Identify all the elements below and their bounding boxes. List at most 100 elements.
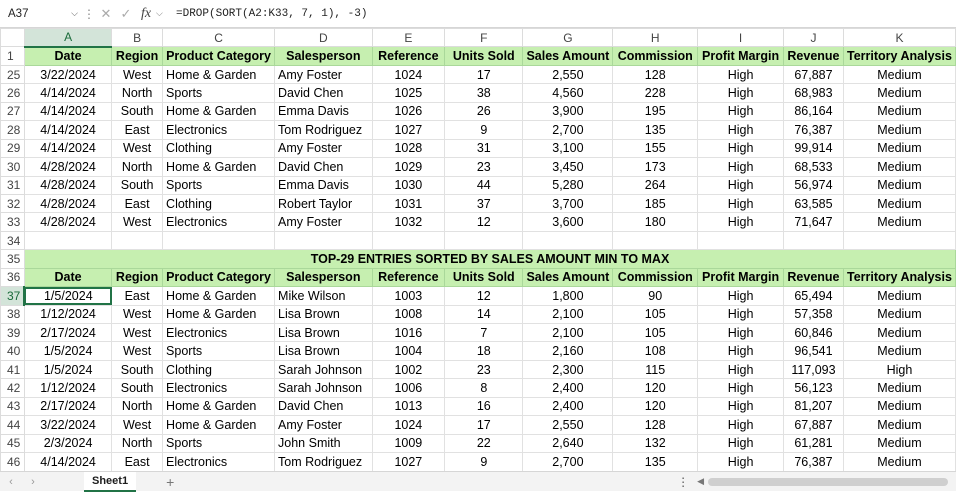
cell[interactable]: David Chen [274, 83, 373, 103]
cell[interactable]: 8 [444, 378, 524, 398]
cell[interactable]: 2/3/2024 [23, 433, 113, 454]
cell[interactable]: 1028 [371, 138, 446, 159]
row-header[interactable]: 29 [0, 138, 25, 159]
cell[interactable]: High [697, 193, 784, 214]
column-header[interactable]: B [111, 27, 164, 48]
cell[interactable]: 1024 [371, 64, 446, 85]
formula-input[interactable]: =DROP(SORT(A2:K33, 7, 1), -3) [176, 8, 367, 20]
cell[interactable]: High [697, 359, 784, 380]
cell[interactable]: 1016 [371, 322, 446, 343]
cell[interactable]: 117,093 [782, 359, 844, 380]
cancel-icon[interactable]: ✕ [96, 6, 116, 22]
cell[interactable]: 1009 [371, 433, 446, 454]
cell[interactable]: Medium [842, 175, 956, 195]
header-cell[interactable]: Profit Margin [697, 267, 784, 288]
cell[interactable]: Medium [842, 433, 956, 454]
cell[interactable]: 5,280 [522, 175, 614, 195]
cell[interactable]: 12 [444, 286, 524, 306]
cell[interactable]: West [111, 212, 164, 232]
cell[interactable]: 128 [612, 415, 699, 435]
cell[interactable]: Lisa Brown [274, 341, 373, 361]
cell[interactable]: 4,560 [522, 83, 614, 103]
chevron-down-icon[interactable]: ⌵ [156, 8, 168, 19]
scroll-right-icon[interactable]: › [22, 476, 44, 488]
row-header[interactable]: 33 [0, 212, 25, 232]
cell[interactable]: 1003 [371, 286, 446, 306]
cell[interactable]: 1/5/2024 [23, 359, 113, 380]
cell[interactable]: Home & Garden [162, 396, 276, 417]
cell[interactable]: High [697, 175, 784, 195]
cell[interactable]: 1024 [371, 415, 446, 435]
cell[interactable]: High [697, 304, 784, 325]
cell[interactable]: 4/14/2024 [23, 83, 113, 103]
cell[interactable]: West [111, 304, 164, 325]
cell[interactable]: David Chen [274, 396, 373, 417]
cell[interactable]: Clothing [162, 359, 276, 380]
cell[interactable]: Medium [842, 322, 956, 343]
cell[interactable]: Electronics [162, 452, 276, 472]
cell[interactable]: 1/12/2024 [23, 378, 113, 398]
cell[interactable]: High [697, 322, 784, 343]
header-cell[interactable]: Region [111, 267, 164, 288]
cell[interactable]: 16 [444, 396, 524, 417]
row-header[interactable]: 42 [0, 378, 25, 398]
cell[interactable]: Medium [842, 304, 956, 325]
cell[interactable]: 132 [612, 433, 699, 454]
cell[interactable]: John Smith [274, 433, 373, 454]
cell[interactable]: West [111, 64, 164, 85]
cell[interactable]: Sarah Johnson [274, 378, 373, 398]
cell[interactable]: Medium [842, 378, 956, 398]
header-cell[interactable]: Salesperson [274, 267, 373, 288]
cell[interactable]: High [697, 378, 784, 398]
cell[interactable]: 44 [444, 175, 524, 195]
cell[interactable]: 23 [444, 359, 524, 380]
cell[interactable]: Electronics [162, 378, 276, 398]
cell[interactable]: Sports [162, 175, 276, 195]
cell[interactable]: 76,387 [782, 120, 844, 140]
header-cell[interactable]: Salesperson [274, 46, 373, 66]
cell[interactable]: West [111, 138, 164, 159]
cell[interactable]: 68,533 [782, 157, 844, 177]
cell[interactable]: High [697, 83, 784, 103]
cell[interactable]: High [697, 212, 784, 232]
cell[interactable]: 1006 [371, 378, 446, 398]
cell[interactable]: 99,914 [782, 138, 844, 159]
cell[interactable]: 63,585 [782, 193, 844, 214]
cell[interactable]: 108 [612, 341, 699, 361]
row-header[interactable]: 32 [0, 193, 25, 214]
cell[interactable]: South [111, 175, 164, 195]
cell[interactable]: 2,700 [522, 452, 614, 472]
cell[interactable]: 1026 [371, 101, 446, 122]
cell[interactable]: 71,647 [782, 212, 844, 232]
cell[interactable]: 195 [612, 101, 699, 122]
cell[interactable]: 135 [612, 452, 699, 472]
header-cell[interactable]: Commission [612, 267, 699, 288]
cell[interactable]: Tom Rodriguez [274, 120, 373, 140]
cell[interactable]: Clothing [162, 138, 276, 159]
row-header[interactable]: 35 [0, 249, 25, 269]
row-header[interactable]: 25 [0, 64, 25, 85]
more-options-icon[interactable]: ⋮ [677, 475, 689, 489]
row-header[interactable]: 36 [0, 267, 25, 288]
row-header[interactable]: 43 [0, 396, 25, 417]
header-cell[interactable]: Sales Amount [522, 46, 614, 66]
cell[interactable]: High [697, 64, 784, 85]
cell[interactable]: East [111, 193, 164, 214]
header-cell[interactable]: Profit Margin [697, 46, 784, 66]
cell[interactable]: Amy Foster [274, 64, 373, 85]
cell[interactable]: 1/12/2024 [23, 304, 113, 325]
cell[interactable]: 3,900 [522, 101, 614, 122]
cell[interactable]: Medium [842, 64, 956, 85]
cell[interactable]: Lisa Brown [274, 304, 373, 325]
horizontal-scrollbar[interactable] [708, 477, 948, 486]
title-cell[interactable]: TOP-29 ENTRIES SORTED BY SALES AMOUNT MI… [23, 249, 956, 269]
cell[interactable]: 9 [444, 452, 524, 472]
cell[interactable]: 3,700 [522, 193, 614, 214]
cell[interactable]: 18 [444, 341, 524, 361]
cell[interactable]: Home & Garden [162, 101, 276, 122]
cell[interactable]: 23 [444, 157, 524, 177]
cell[interactable]: Tom Rodriguez [274, 452, 373, 472]
sheet-tab[interactable]: Sheet1 [84, 471, 137, 492]
cell[interactable]: North [111, 83, 164, 103]
cell[interactable]: 1027 [371, 452, 446, 472]
